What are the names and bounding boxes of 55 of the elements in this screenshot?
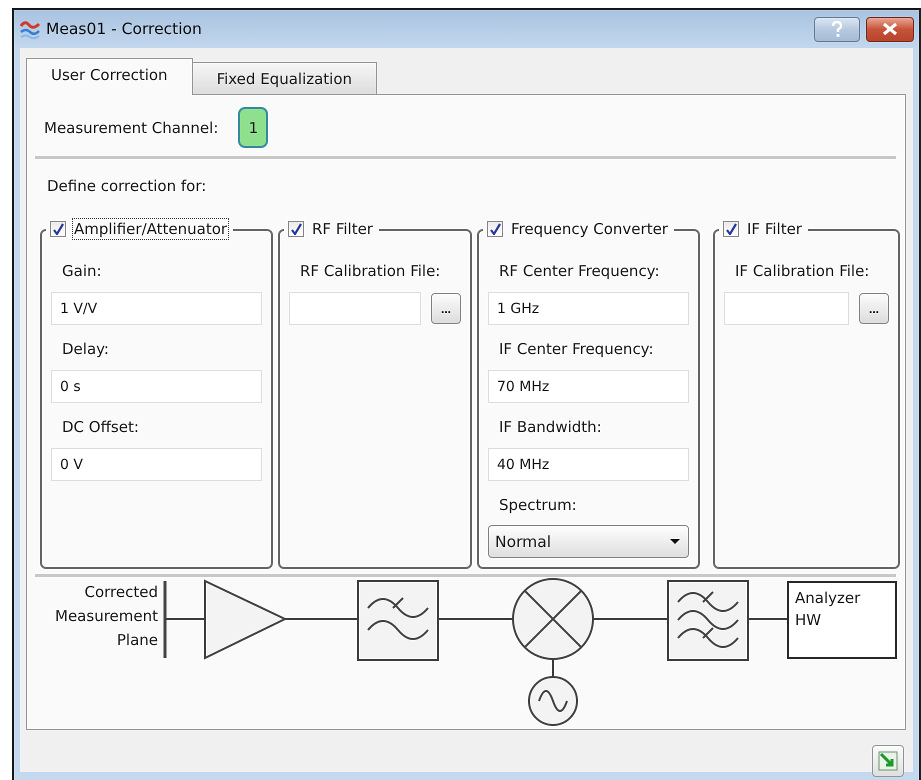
analyzer-block: Analyzer HW [787, 581, 897, 659]
field-label: IF Center Frequency: [498, 339, 655, 359]
oscillator-icon [528, 676, 578, 726]
plane-label: Corrected Measurement Plane [54, 582, 158, 651]
group-title: Frequency Converter [510, 219, 669, 240]
checkbox[interactable] [288, 221, 304, 237]
browse-button[interactable]: ... [859, 293, 889, 324]
input-field[interactable]: 1 GHz [488, 292, 689, 325]
dropdown[interactable]: Normal [488, 525, 689, 558]
amplifier-icon [204, 579, 288, 660]
field-label: IF Bandwidth: [498, 417, 603, 437]
dock-button[interactable] [872, 745, 904, 777]
close-icon [882, 22, 898, 36]
field-label: RF Calibration File: [299, 261, 442, 281]
field-label: RF Center Frequency: [498, 261, 661, 281]
field-label: Delay: [61, 339, 110, 359]
mixer-icon [512, 578, 594, 660]
group-title: IF Filter [746, 219, 803, 240]
input-field[interactable] [289, 292, 421, 325]
checkbox[interactable] [723, 221, 739, 237]
field-label: Gain: [61, 261, 103, 281]
check-icon [290, 223, 302, 235]
help-button[interactable] [814, 16, 860, 42]
field-label: IF Calibration File: [734, 261, 870, 281]
input-field[interactable] [724, 292, 849, 325]
group-title: RF Filter [311, 219, 374, 240]
tab[interactable]: Fixed Equalization [192, 62, 378, 94]
input-field[interactable]: 70 MHz [488, 370, 689, 403]
help-icon [829, 20, 845, 38]
signal-line [552, 659, 554, 677]
window-title: Meas01 - Correction [46, 20, 202, 38]
app-icon [20, 18, 40, 40]
section-label: Define correction for: [46, 176, 208, 196]
filter-icon [357, 580, 439, 661]
channel-label: Measurement Channel: [44, 118, 218, 136]
input-field[interactable]: 0 V [51, 448, 262, 481]
input-field[interactable]: 0 s [51, 370, 262, 403]
check-icon [489, 223, 501, 235]
caret-icon [670, 539, 680, 544]
input-field[interactable]: 40 MHz [488, 448, 689, 481]
field-label: Spectrum: [498, 495, 578, 515]
check-icon [52, 223, 64, 235]
channel-badge[interactable]: 1 [238, 107, 268, 148]
bandpass-filter-icon [667, 580, 749, 661]
check-icon [725, 223, 737, 235]
browse-button[interactable]: ... [431, 293, 461, 324]
close-button[interactable] [866, 16, 914, 42]
signal-line [748, 618, 787, 620]
tab[interactable]: User Correction [26, 58, 193, 95]
checkbox[interactable] [50, 221, 66, 237]
group-title: Amplifier/Attenuator [72, 218, 230, 240]
signal-line [166, 618, 205, 620]
input-field[interactable]: 1 V/V [51, 292, 262, 325]
field-label: DC Offset: [61, 417, 140, 437]
checkbox[interactable] [487, 221, 503, 237]
